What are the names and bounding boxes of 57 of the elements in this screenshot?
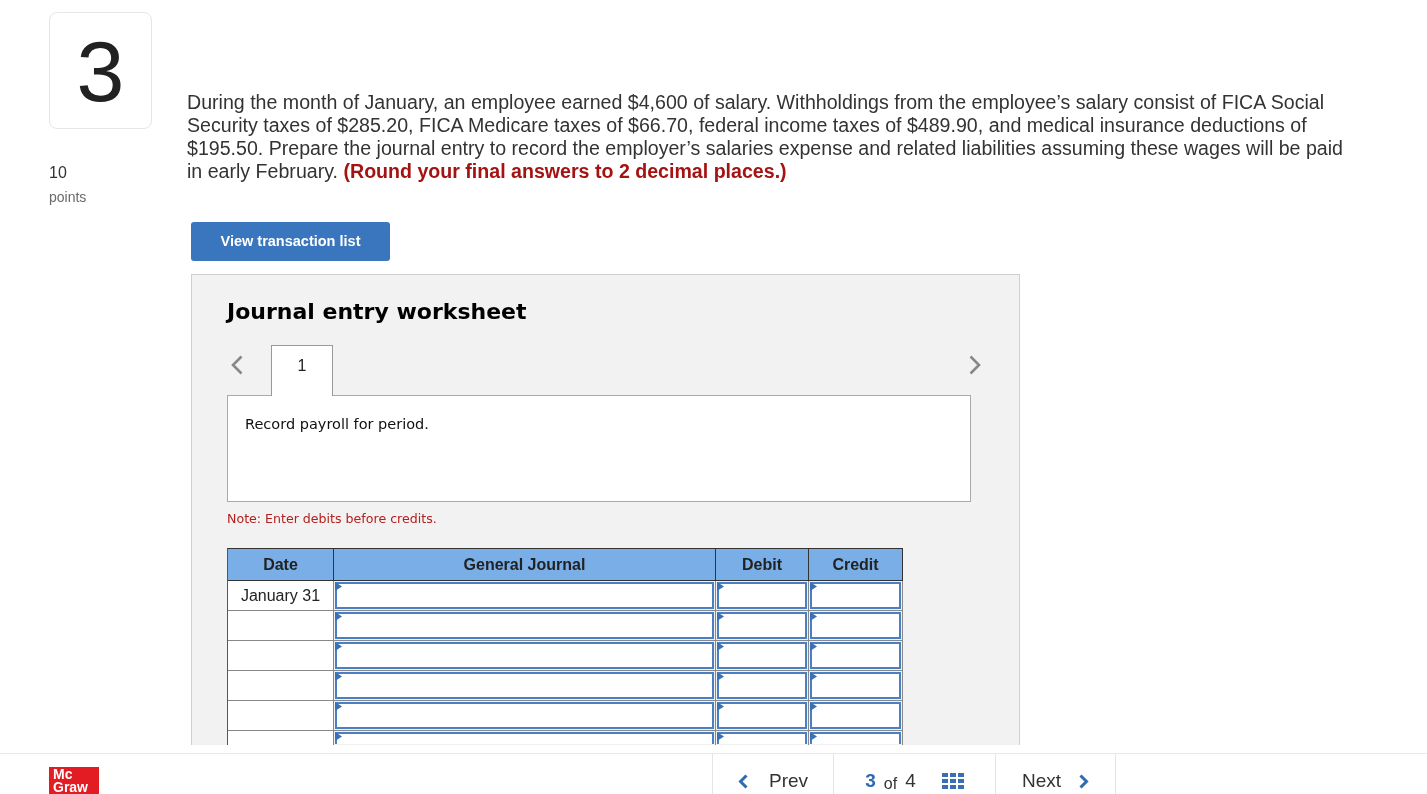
account-input[interactable] <box>335 642 714 669</box>
debit-input[interactable] <box>717 612 807 639</box>
chevron-left-icon[interactable] <box>231 355 243 375</box>
worksheet-title: Journal entry worksheet <box>227 298 527 326</box>
debit-input[interactable] <box>717 702 807 729</box>
account-input[interactable] <box>335 582 714 609</box>
credit-input[interactable] <box>810 642 901 669</box>
triangle-marker-icon <box>717 672 724 681</box>
view-transaction-list-button[interactable]: View transaction list <box>191 222 390 261</box>
debit-input[interactable] <box>717 642 807 669</box>
credit-input[interactable] <box>810 582 901 609</box>
chevron-left-icon <box>737 774 748 789</box>
triangle-marker-icon <box>717 642 724 651</box>
triangle-marker-icon <box>717 612 724 621</box>
triangle-marker-icon <box>335 702 342 711</box>
triangle-marker-icon <box>810 702 817 711</box>
triangle-marker-icon <box>717 702 724 711</box>
triangle-marker-icon <box>810 642 817 651</box>
account-input[interactable] <box>335 672 714 699</box>
triangle-marker-icon <box>717 732 724 741</box>
triangle-marker-icon <box>335 732 342 741</box>
account-input[interactable] <box>335 702 714 729</box>
question-text: During the month of January, an employee earned $4,600 of salary. Withholdings from the employee’s salary consist of FICA Social Security taxes of $285.20, FICA Medicare taxes of $66.70, federal income taxes of $489.90, and medical insurance deductions of $195.50. Prepare the journal entry to record the employer’s salaries expense and related liabilities assuming these wages will be paid in early February. (Round your final answers to 2 decimal places.) <box>187 91 1344 183</box>
triangle-marker-icon <box>717 582 724 591</box>
points-value: 10 <box>49 164 67 182</box>
points-label: points <box>49 189 87 205</box>
question-number: 3 <box>49 12 152 129</box>
column-header: Credit <box>809 549 903 581</box>
triangle-marker-icon <box>335 672 342 681</box>
column-header: Date <box>228 549 334 581</box>
note-text: Note: Enter debits before credits. <box>227 511 437 527</box>
grid-icon <box>941 773 964 789</box>
debit-input[interactable] <box>717 672 807 699</box>
account-input[interactable] <box>335 612 714 639</box>
account-input[interactable] <box>335 732 714 744</box>
next-button[interactable]: Next <box>995 754 1116 794</box>
triangle-marker-icon <box>335 612 342 621</box>
credit-input[interactable] <box>810 732 901 744</box>
triangle-marker-icon <box>335 642 342 651</box>
debit-input[interactable] <box>717 582 807 609</box>
publisher-logo: Mc Graw <box>49 767 99 794</box>
credit-input[interactable] <box>810 612 901 639</box>
credit-input[interactable] <box>810 702 901 729</box>
column-header: General Journal <box>334 549 716 581</box>
date-cell: January 31 <box>228 581 334 611</box>
entry-tab[interactable]: 1 <box>271 345 333 396</box>
chevron-right-icon <box>1079 774 1090 789</box>
triangle-marker-icon <box>810 732 817 741</box>
triangle-marker-icon <box>335 582 342 591</box>
triangle-marker-icon <box>810 582 817 591</box>
triangle-marker-icon <box>810 672 817 681</box>
column-header: Debit <box>716 549 809 581</box>
description-text: Record payroll for period. <box>245 415 429 434</box>
credit-input[interactable] <box>810 672 901 699</box>
triangle-marker-icon <box>810 612 817 621</box>
chevron-right-icon[interactable] <box>969 355 981 375</box>
debit-input[interactable] <box>717 732 807 744</box>
